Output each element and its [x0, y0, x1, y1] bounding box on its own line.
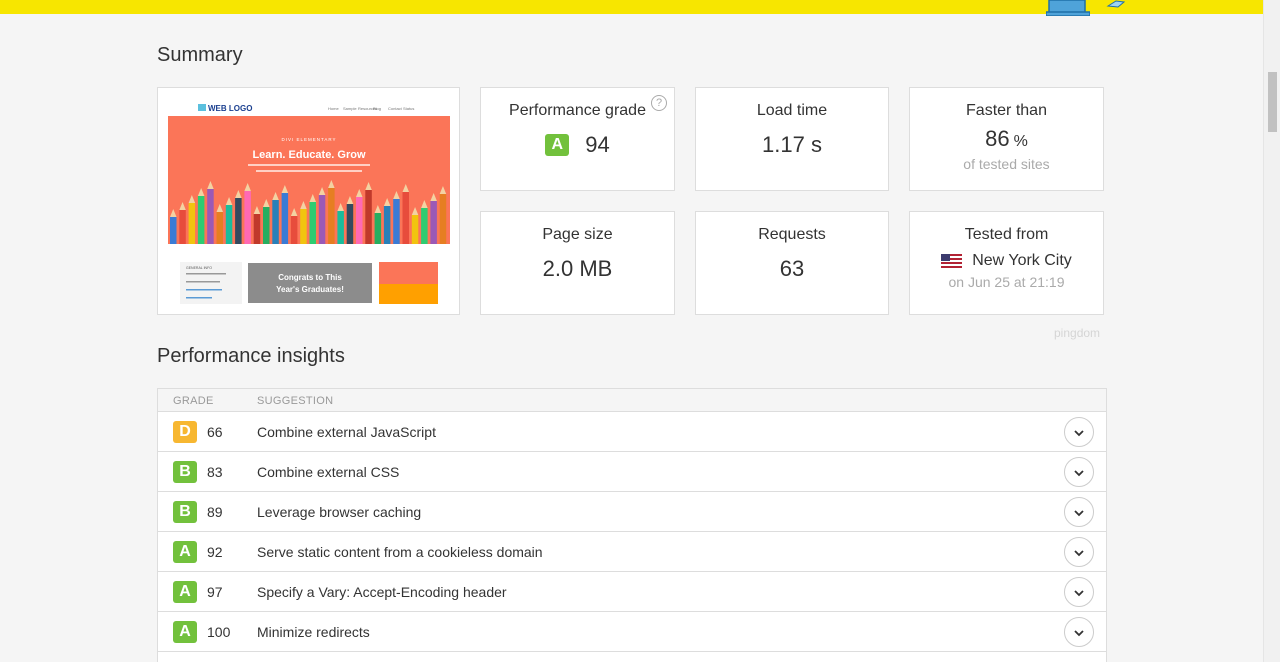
load-time-label: Load time — [756, 102, 828, 119]
svg-text:Sample: Sample — [343, 106, 357, 111]
row-suggestion: Specify a Vary: Accept-Encoding header — [257, 584, 507, 600]
table-row[interactable]: A 100 Minimize redirects — [158, 612, 1106, 652]
row-suggestion: Combine external CSS — [257, 464, 400, 480]
faster-than-subtext: of tested sites — [963, 156, 1050, 172]
load-time-card: Load time 1.17 s — [695, 87, 889, 191]
grade-badge: B — [173, 501, 197, 523]
row-suggestion: Minimize redirects — [257, 624, 370, 640]
row-score: 97 — [207, 584, 223, 600]
svg-text:Home: Home — [328, 106, 339, 111]
grade-badge: A — [173, 581, 197, 603]
grade-badge: A — [173, 621, 197, 643]
grade-badge: D — [173, 421, 197, 443]
suggestion-column-header: SUGGESTION — [257, 395, 334, 407]
expand-button[interactable] — [1064, 577, 1094, 607]
table-row[interactable]: A 97 Specify a Vary: Accept-Encoding heade… — [158, 572, 1106, 612]
grade-column-header: GRADE — [173, 395, 214, 407]
performance-grade-label: Performance grade — [509, 102, 646, 119]
chevron-down-icon — [1074, 430, 1084, 437]
us-flag-icon — [941, 253, 963, 268]
row-score: 66 — [207, 424, 223, 440]
faster-than-label: Faster than — [966, 102, 1047, 119]
scrollbar-thumb[interactable] — [1268, 72, 1277, 132]
performance-grade-card: ? Performance grade A 94 — [480, 87, 675, 191]
faster-than-value: 86 — [985, 126, 1010, 151]
percent-unit: % — [1013, 133, 1028, 150]
chevron-down-icon — [1074, 510, 1084, 517]
svg-text:Learn. Educate. Grow: Learn. Educate. Grow — [252, 149, 366, 161]
chevron-down-icon — [1074, 470, 1084, 477]
row-suggestion: Combine external JavaScript — [257, 424, 436, 440]
page-size-value: 2.0 MB — [542, 256, 613, 281]
table-row[interactable]: A 92 Serve static content from a cookieles… — [158, 532, 1106, 572]
row-suggestion: Leverage browser caching — [257, 504, 422, 520]
requests-card: Requests 63 — [695, 211, 889, 315]
row-score: 89 — [207, 504, 223, 520]
pingdom-mascot-icon — [1046, 0, 1090, 16]
table-header: GRADE SUGGESTION — [158, 389, 1106, 412]
performance-score: 94 — [585, 132, 610, 157]
tested-date: on Jun 25 at 21:19 — [948, 274, 1065, 290]
page-size-label: Page size — [542, 226, 613, 243]
svg-text:Status: Status — [403, 106, 414, 111]
help-icon[interactable]: ? — [651, 95, 667, 111]
expand-button[interactable] — [1064, 537, 1094, 567]
page-size-card: Page size 2.0 MB — [480, 211, 675, 315]
tested-from-label: Tested from — [964, 226, 1049, 243]
pingdom-logo: pingdom — [1054, 326, 1101, 340]
grade-badge: B — [173, 461, 197, 483]
requests-label: Requests — [758, 226, 826, 243]
insights-title: Performance insights — [157, 345, 345, 367]
summary-title: Summary — [157, 44, 243, 66]
tested-city: New York City — [972, 252, 1072, 269]
decor-icon — [1106, 0, 1126, 8]
expand-button[interactable] — [1064, 417, 1094, 447]
svg-text:WEB LOGO: WEB LOGO — [208, 104, 252, 113]
row-score: 83 — [207, 464, 223, 480]
row-score: 92 — [207, 544, 223, 560]
tested-from-card: Tested from New York City on Jun 25 at 2… — [909, 211, 1104, 315]
svg-text:GENERAL INFO: GENERAL INFO — [186, 266, 212, 270]
chevron-down-icon — [1074, 630, 1084, 637]
svg-text:Year's Graduates!: Year's Graduates! — [276, 285, 344, 294]
table-row[interactable]: D 66 Combine external JavaScript — [158, 412, 1106, 452]
row-suggestion: Serve static content from a cookieless d… — [257, 544, 543, 560]
grade-badge: A — [173, 541, 197, 563]
svg-text:Contact: Contact — [388, 106, 403, 111]
expand-button[interactable] — [1064, 457, 1094, 487]
load-time-value: 1.17 s — [762, 132, 822, 157]
table-row[interactable]: B 89 Leverage browser caching — [158, 492, 1106, 532]
chevron-down-icon — [1074, 550, 1084, 557]
expand-button[interactable] — [1064, 617, 1094, 647]
row-score: 100 — [207, 624, 231, 640]
page-scrollbar[interactable] — [1263, 0, 1280, 662]
requests-value: 63 — [779, 256, 805, 281]
svg-text:Blog: Blog — [373, 106, 381, 111]
table-row[interactable]: B 83 Combine external CSS — [158, 452, 1106, 492]
faster-than-card: Faster than 86% of tested sites — [909, 87, 1104, 191]
svg-text:DIVI ELEMENTARY: DIVI ELEMENTARY — [281, 137, 336, 142]
chevron-down-icon — [1074, 590, 1084, 597]
grade-badge: A — [545, 134, 570, 156]
svg-text:Congrats to This: Congrats to This — [278, 273, 342, 282]
website-screenshot-thumbnail: WEB LOGO Home Sample Resources Blog Contact S… — [157, 87, 460, 315]
expand-button[interactable] — [1064, 497, 1094, 527]
insights-table: GRADE SUGGESTION D 66 Combine external Jav… — [157, 388, 1107, 662]
